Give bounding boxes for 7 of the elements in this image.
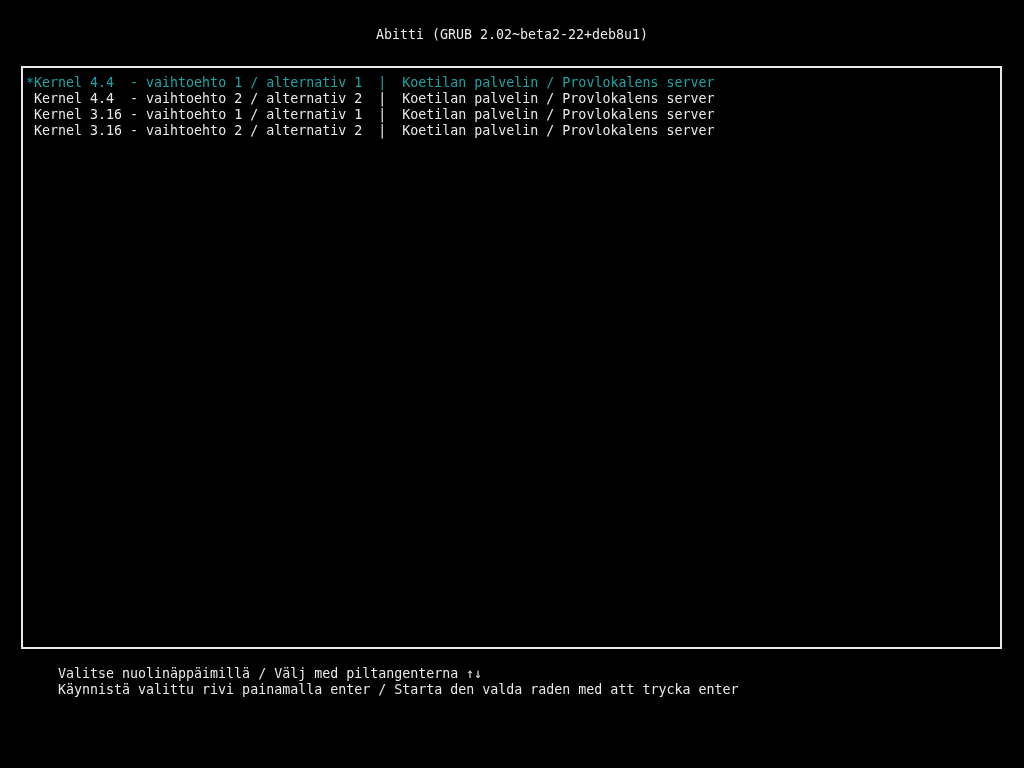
help-text: Käynnistä valittu rivi painamalla enter / Starta den valda raden med att trycka enter [58,682,739,698]
boot-menu-entry[interactable]: Kernel 4.4 - vaihtoehto 2 / alternativ 2 | Koetilan palvelin / Provlokalens server [26,91,715,107]
help-text: Valitse nuolinäppäimillä / Välj med piltangenterna ↑↓ [58,666,483,682]
screen-title: Abitti (GRUB 2.02~beta2-22+deb8u1) [375,27,649,43]
boot-menu-entry[interactable]: *Kernel 4.4 - vaihtoehto 1 / alternativ 1 | Koetilan palvelin / Provlokalens server [26,75,715,91]
boot-menu-entry[interactable]: Kernel 3.16 - vaihtoehto 2 / alternativ 2 | Koetilan palvelin / Provlokalens server [26,123,715,139]
boot-menu-entry[interactable]: Kernel 3.16 - vaihtoehto 1 / alternativ 1 | Koetilan palvelin / Provlokalens server [26,107,715,123]
